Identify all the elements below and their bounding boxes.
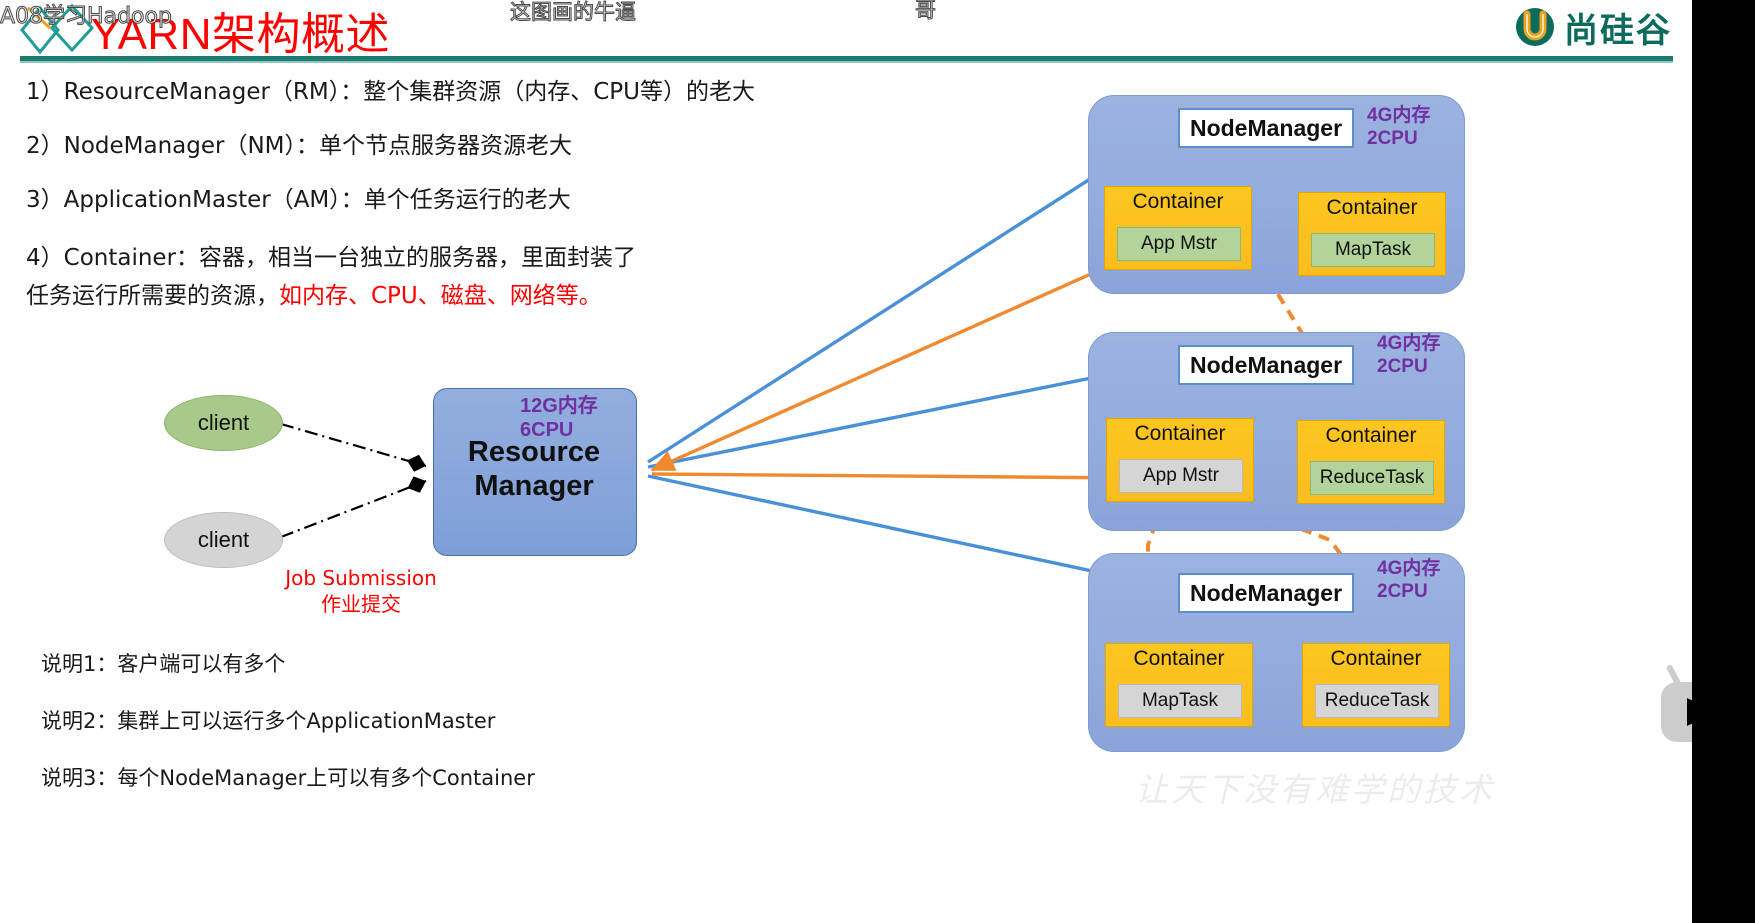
node-manager-label-3: NodeManager bbox=[1178, 573, 1354, 613]
bullet-4-line2-red: 如内存、CPU、磁盘、网络等。 bbox=[279, 283, 602, 309]
container-1a[interactable]: Container App Mstr bbox=[1104, 186, 1252, 270]
note-3: 说明3：每个NodeManager上可以有多个Container bbox=[41, 766, 535, 790]
container-1b[interactable]: Container MapTask bbox=[1298, 192, 1446, 276]
node-manager-capacity-2: 4G内存 2CPU bbox=[1377, 333, 1440, 379]
job-submission-label: Job Submission 作业提交 bbox=[285, 566, 437, 617]
slide-canvas: YARN架构概述 尚硅谷 1）ResourceManager（RM）：整个集群资… bbox=[0, 0, 1692, 923]
container-3b-title: Container bbox=[1330, 647, 1422, 670]
container-2a-task[interactable]: App Mstr bbox=[1119, 459, 1243, 493]
container-3b-task[interactable]: ReduceTask bbox=[1315, 684, 1439, 718]
job-submission-zh: 作业提交 bbox=[321, 591, 401, 616]
nm3-capacity-cpu: 2CPU bbox=[1377, 580, 1428, 602]
container-2b-task[interactable]: ReduceTask bbox=[1310, 461, 1434, 495]
slide-header: YARN架构概述 尚硅谷 bbox=[0, 0, 1692, 63]
rm-label-line1: Resource bbox=[467, 436, 601, 468]
client-node-2[interactable]: client bbox=[164, 512, 283, 568]
nm1-capacity-cpu: 2CPU bbox=[1367, 127, 1418, 149]
nm2-capacity-memory: 4G内存 bbox=[1377, 333, 1441, 354]
job-submission-en: Job Submission bbox=[285, 566, 437, 590]
letterbox-right bbox=[1692, 0, 1755, 923]
nm3-capacity-memory: 4G内存 bbox=[1377, 558, 1441, 579]
footer-watermark: 让天下没有难学的技术 bbox=[1135, 770, 1495, 809]
container-3a[interactable]: Container MapTask bbox=[1105, 643, 1253, 727]
brand-name: 尚硅谷 bbox=[1564, 10, 1672, 51]
rm-capacity-memory: 12G内存 bbox=[520, 395, 598, 417]
container-1b-task[interactable]: MapTask bbox=[1311, 233, 1435, 267]
bullet-1: 1）ResourceManager（RM）：整个集群资源（内存、CPU等）的老大 bbox=[26, 79, 756, 105]
u-logo-icon bbox=[1516, 8, 1554, 46]
bullet-4: 4）Container：容器，相当一台独立的服务器，里面封装了 bbox=[26, 245, 637, 271]
container-1b-title: Container bbox=[1326, 196, 1418, 219]
node-manager-capacity-3: 4G内存 2CPU bbox=[1377, 558, 1440, 604]
container-3b[interactable]: Container ReduceTask bbox=[1302, 643, 1450, 727]
bullet-2: 2）NodeManager（NM）：单个节点服务器资源老大 bbox=[26, 133, 573, 159]
bilibili-tv-icon bbox=[1661, 665, 1692, 742]
container-2a[interactable]: Container App Mstr bbox=[1106, 418, 1254, 502]
note-1: 说明1：客户端可以有多个 bbox=[41, 652, 286, 676]
container-2b-title: Container bbox=[1325, 424, 1417, 447]
container-2b[interactable]: Container ReduceTask bbox=[1297, 420, 1445, 504]
brand-logo: 尚硅谷 bbox=[1514, 2, 1672, 52]
container-3a-title: Container bbox=[1133, 647, 1225, 670]
container-1a-title: Container bbox=[1132, 190, 1224, 213]
header-divider-light bbox=[20, 61, 1673, 63]
nm2-capacity-cpu: 2CPU bbox=[1377, 355, 1428, 377]
node-manager-capacity-1: 4G内存 2CPU bbox=[1367, 105, 1430, 151]
rm-label-line2: Manager bbox=[474, 469, 594, 502]
resource-manager-label: Resource Manager bbox=[433, 436, 635, 504]
bullet-4-line2: 任务运行所需要的资源，如内存、CPU、磁盘、网络等。 bbox=[26, 276, 602, 310]
danmaku-top-left: A08学习Hadoop bbox=[0, 4, 172, 30]
container-1a-task[interactable]: App Mstr bbox=[1117, 227, 1241, 261]
container-2a-title: Container bbox=[1134, 422, 1226, 445]
danmaku-top-right: 哥 bbox=[915, 0, 937, 23]
note-2: 说明2：集群上可以运行多个ApplicationMaster bbox=[41, 709, 496, 733]
node-manager-label-1: NodeManager bbox=[1178, 108, 1354, 148]
danmaku-top-center: 这图画的牛逼 bbox=[510, 0, 637, 25]
container-3a-task[interactable]: MapTask bbox=[1118, 684, 1242, 718]
client-node-1[interactable]: client bbox=[164, 395, 283, 451]
node-manager-label-2: NodeManager bbox=[1178, 345, 1354, 385]
nm1-capacity-memory: 4G内存 bbox=[1367, 105, 1431, 126]
bullet-3: 3）ApplicationMaster（AM）：单个任务运行的老大 bbox=[26, 187, 571, 213]
bullet-4-line2-black: 任务运行所需要的资源， bbox=[26, 283, 279, 309]
